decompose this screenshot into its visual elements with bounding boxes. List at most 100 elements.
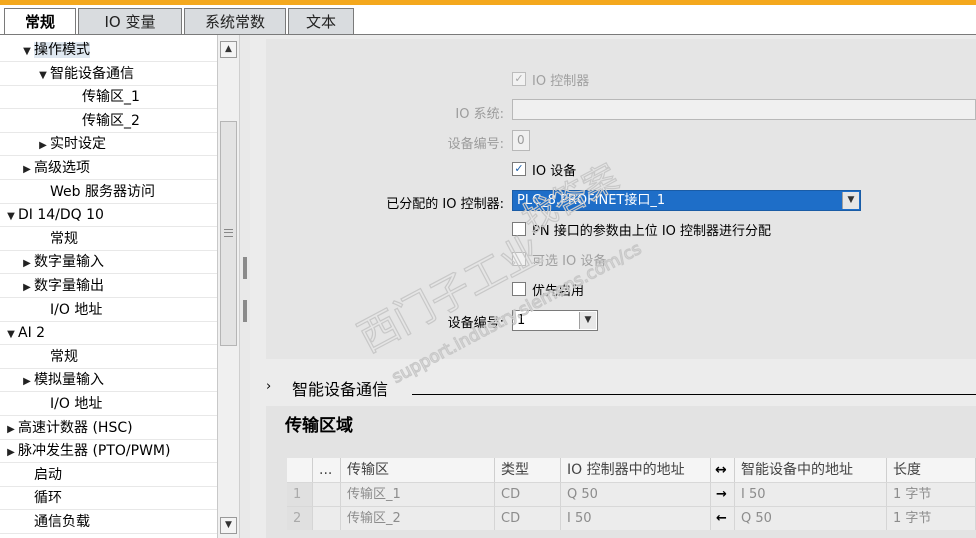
tree-item[interactable]: 常规 [0,346,217,369]
table-cell[interactable]: I 50 [735,482,887,506]
table-cell[interactable]: CD [495,482,561,506]
tree-item[interactable]: ▼ DI 14/DQ 10 [0,204,217,228]
tab-texts[interactable]: 文本 [288,8,354,35]
io-system-field[interactable] [512,99,976,120]
table-cell[interactable]: 1 [287,482,313,506]
tree-item[interactable]: ▶ 脉冲发生器 (PTO/PWM) [0,440,217,464]
chevron-down-icon[interactable]: ▼ [842,192,859,209]
tab-strip: 常规 IO 变量 系统常数 文本 [0,5,976,37]
table-cell[interactable]: 1 字节 [887,482,976,506]
header-col-transfer-area[interactable]: 传输区 [341,458,495,482]
scroll-down-button[interactable]: ▼ [220,517,237,534]
tree-item-label: Web 服务器访问 [50,183,155,200]
table-cell[interactable]: ← [711,506,735,530]
transfer-area-panel: 传输区域 ... 传输区 类型 IO 控制器中的地址 ↔ 智能设备中的地址 长度 1 传输区_1… [266,406,976,538]
optional-device-checkbox[interactable] [512,252,526,266]
tree-item-label: AI 2 [18,325,46,342]
tree-item[interactable]: 循环 [0,487,217,511]
tree-item[interactable]: ▼ 智能设备通信 [0,63,217,86]
grip-icon [224,229,233,237]
io-controller-label: IO 控制器 [532,74,590,89]
tree-item[interactable]: ▶ 实时设定 [0,133,217,157]
header-col-type[interactable]: 类型 [495,458,561,482]
table-cell[interactable]: 2 [287,506,313,530]
tree-item[interactable]: I/O 地址 [0,393,217,416]
tree-item-label: 脉冲发生器 (PTO/PWM) [18,443,171,460]
device-number-field[interactable]: 0 [512,130,530,151]
tree-item-label: 数字量输出 [34,278,104,294]
splitter-handle[interactable] [243,257,247,279]
header-col-device-address[interactable]: 智能设备中的地址 [735,458,887,482]
tree-item[interactable]: I/O 地址 [0,299,217,322]
tree-item[interactable]: ▼ AI 2 [0,322,217,346]
table-cell[interactable]: CD [495,506,561,530]
scroll-up-button[interactable]: ▲ [220,41,237,58]
table-cell[interactable]: I 50 [561,506,711,530]
table-cell[interactable]: Q 50 [735,506,887,530]
caret-down-icon[interactable]: ▼ [20,40,34,63]
device-number2-dropdown[interactable]: 1 ▼ [512,310,598,331]
caret-right-icon[interactable]: ▶ [20,252,34,275]
tree-item-label: 常规 [50,230,78,247]
io-device-label: IO 设备 [532,164,577,179]
io-device-checkbox[interactable]: ✓ [512,162,526,176]
tree-item[interactable]: ▶ 数字量输入 [0,251,217,275]
table-cell[interactable] [313,482,341,506]
tree-item[interactable]: ▼ 操作模式 [0,39,217,62]
splitter-handle[interactable] [243,300,247,322]
header-col-controller-address[interactable]: IO 控制器中的地址 [561,458,711,482]
device-number-label: 设备编号: [447,137,504,152]
section-header[interactable]: › 智能设备通信 [266,375,976,401]
tree-item-label: 启动 [34,466,62,483]
tab-io-tags[interactable]: IO 变量 [78,8,182,35]
caret-right-icon[interactable]: ▶ [4,441,18,464]
tree-item[interactable]: 传输区_2 [0,110,217,133]
pn-params-checkbox[interactable] [512,222,526,236]
caret-right-icon[interactable]: ▶ [20,370,34,393]
tree-item[interactable]: ▶ 高速计数器 (HSC) [0,417,217,440]
header-col-num[interactable] [287,458,313,482]
tree-item[interactable]: ▶ 数字量输出 [0,275,217,298]
tree-item-label: 模拟量输入 [34,372,104,389]
table-cell[interactable]: Q 50 [561,482,711,506]
assigned-controller-value: PLC_8.PROFINET接口_1 [517,193,666,208]
caret-right-icon[interactable]: ▶ [36,134,50,157]
tree-item-label: 高级选项 [34,160,90,176]
table-cell[interactable]: 1 字节 [887,506,976,530]
tree-item[interactable]: 启动 [0,464,217,487]
tree-item[interactable]: ▶ 模拟量输入 [0,369,217,393]
caret-down-icon[interactable]: ▼ [4,323,18,346]
tree-item[interactable]: ▶ 高级选项 [0,157,217,180]
table-cell[interactable]: 传输区_1 [341,482,495,506]
navigation-tree: ▼ 操作模式 ▼ 智能设备通信 传输区_1 传输区_2 ▶ 实时设定 ▶ 高级选项 Web 服务器访… [0,35,217,538]
table-cell[interactable]: 传输区_2 [341,506,495,530]
tree-item-label: DI 14/DQ 10 [18,207,104,224]
scroll-thumb[interactable] [220,121,237,346]
tree-scrollbar[interactable]: ▲ ▼ [217,35,239,538]
tab-general[interactable]: 常规 [4,8,76,37]
caret-right-icon[interactable]: ▶ [20,158,34,181]
header-col-direction[interactable]: ↔ [711,458,735,482]
panel-splitter[interactable] [239,35,250,538]
header-col-length[interactable]: 长度 [887,458,976,482]
chevron-right-icon[interactable]: › [266,379,271,394]
caret-down-icon[interactable]: ▼ [4,205,18,228]
section-title: 智能设备通信 [292,380,389,399]
tree-item-label: I/O 地址 [50,301,103,318]
tree-item[interactable]: 通信负载 [0,511,217,534]
tab-system-constants[interactable]: 系统常数 [184,8,286,35]
tree-item[interactable]: 传输区_1 [0,86,217,110]
caret-down-icon[interactable]: ▼ [36,64,50,87]
tree-item[interactable]: 常规 [0,228,217,251]
tree-item-label: 通信负载 [34,514,90,530]
caret-right-icon[interactable]: ▶ [20,276,34,299]
table-cell[interactable]: → [711,482,735,506]
priority-startup-checkbox[interactable] [512,282,526,296]
chevron-down-icon[interactable]: ▼ [579,312,596,329]
tree-item[interactable]: Web 服务器访问 [0,181,217,204]
caret-right-icon[interactable]: ▶ [4,418,18,441]
table-cell[interactable] [313,506,341,530]
header-col-more[interactable]: ... [313,458,341,482]
assigned-controller-dropdown[interactable]: PLC_8.PROFINET接口_1 ▼ [512,190,861,211]
io-controller-checkbox[interactable]: ✓ [512,72,526,86]
